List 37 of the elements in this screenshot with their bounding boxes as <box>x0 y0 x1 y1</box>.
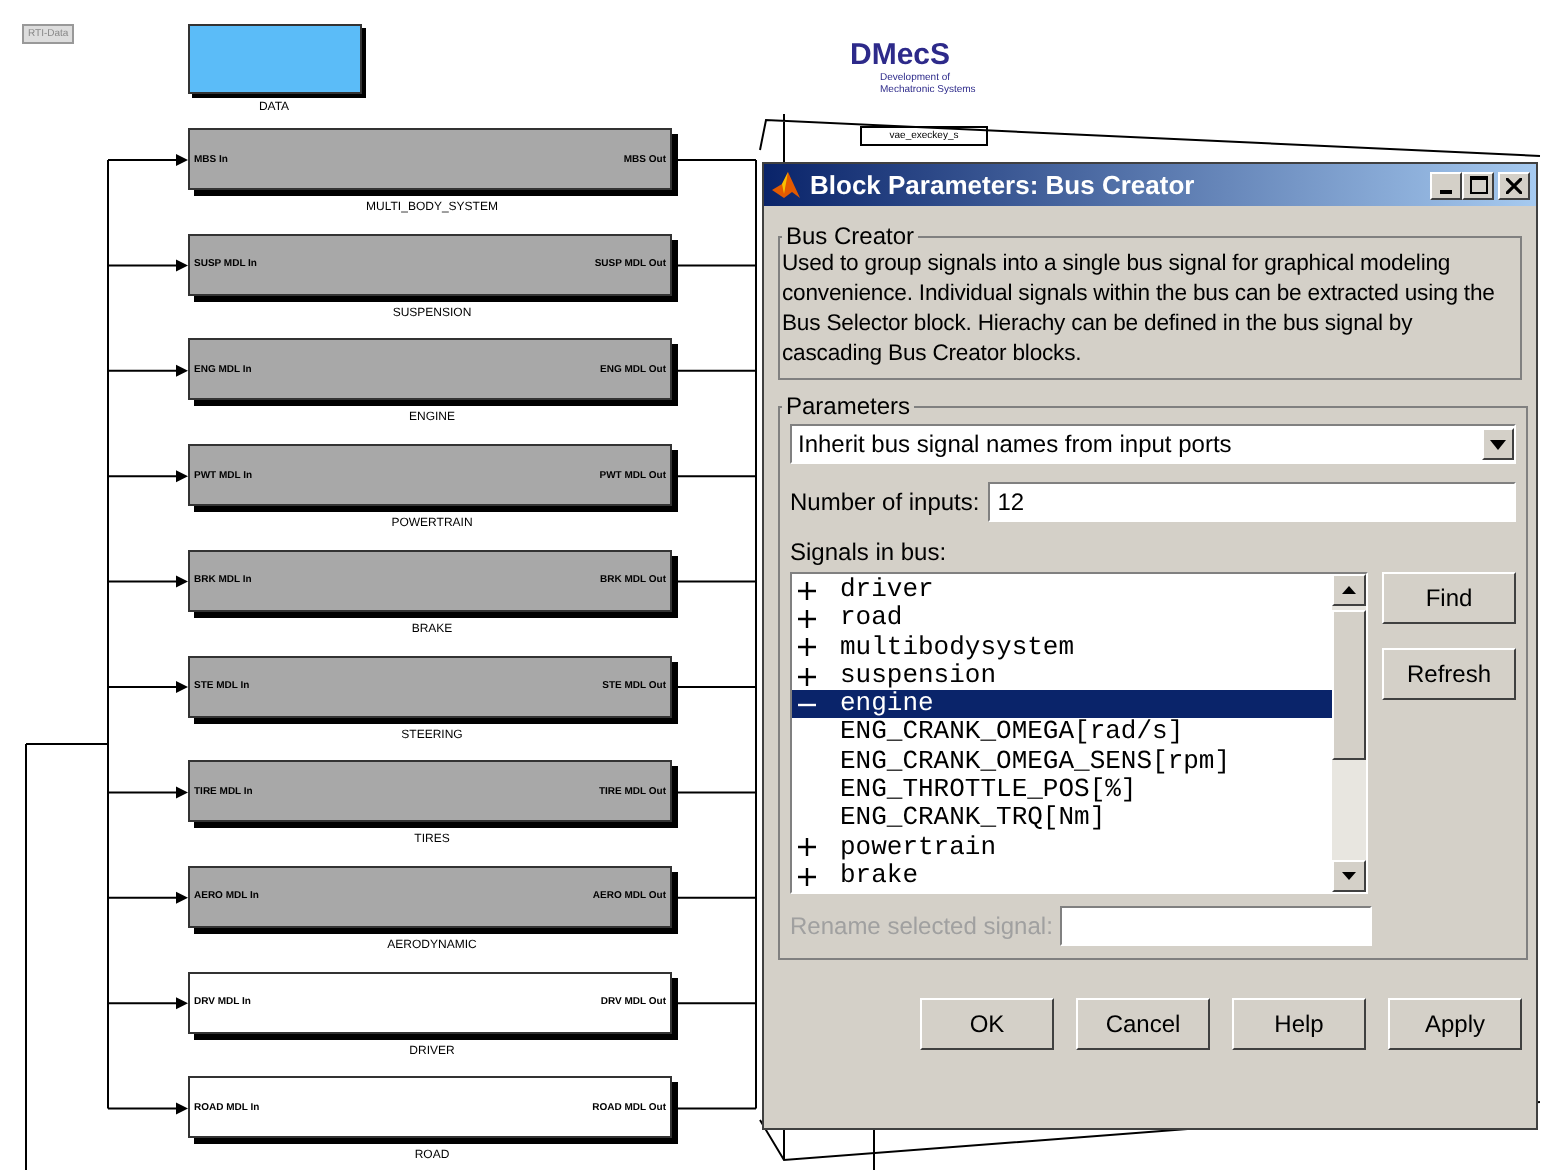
signal-item[interactable]: suspension <box>792 661 1332 691</box>
inputs-field[interactable]: 12 <box>987 482 1516 522</box>
group-legend: Bus Creator <box>782 222 919 250</box>
signal-item[interactable]: ENG_THROTTLE_POS[%] <box>792 776 1332 805</box>
list-action-button[interactable]: Find <box>1382 572 1516 624</box>
signal-item[interactable]: road <box>792 604 1332 634</box>
signal-item[interactable]: driver <box>792 576 1332 605</box>
signals-list[interactable]: driver road multibodysystem suspension engine ENG_CRANK_OMEGA[rad/s] ENG_CRANK_OMEGA_SENS[rpm] ENG_THROTTLE_POS[%] ENG_CRANK_TRQ[Nm] powertrain brake <box>790 572 1368 894</box>
dialog-button[interactable]: Cancel <box>1076 998 1210 1050</box>
signal-item[interactable]: engine <box>792 690 1332 719</box>
close-button[interactable] <box>1498 171 1530 199</box>
dialog-button[interactable]: OK <box>920 998 1054 1050</box>
dropdown-arrow-icon <box>1490 439 1506 449</box>
minimize-button[interactable] <box>1430 171 1462 199</box>
field-label: Signals in bus: <box>790 538 949 566</box>
list-action-button[interactable]: Refresh <box>1382 648 1516 700</box>
window-title: Block Parameters: Bus Creator <box>810 170 1197 200</box>
scroll-down-icon <box>1342 872 1356 880</box>
signal-item[interactable]: ENG_CRANK_TRQ[Nm] <box>792 804 1332 834</box>
matlab-logo-icon <box>770 169 802 201</box>
maximize-icon <box>1469 176 1487 194</box>
maximize-button[interactable] <box>1462 171 1494 199</box>
signal-item[interactable]: ENG_CRANK_OMEGA_SENS[rpm] <box>792 747 1332 777</box>
dialog-button[interactable]: Apply <box>1388 998 1522 1050</box>
close-icon <box>1506 177 1522 193</box>
signal-item[interactable]: multibodysystem <box>792 633 1332 662</box>
group-legend: Parameters <box>782 392 915 420</box>
minimize-icon <box>1440 189 1452 193</box>
dialog-button[interactable]: Help <box>1232 998 1366 1050</box>
signal-item[interactable]: ENG_CRANK_OMEGA[rad/s] <box>792 718 1332 748</box>
signal-item[interactable]: powertrain <box>792 833 1332 862</box>
signal-item[interactable]: brake <box>792 861 1332 891</box>
scrollbar[interactable] <box>1332 574 1366 892</box>
field-label: Number of inputs: <box>790 488 980 516</box>
naming-dropdown[interactable]: Inherit bus signal names from input ports <box>790 424 1516 464</box>
description-text: Used to group signals into a single bus signal for graphical modeling convenience. Individual signals within the bus can be extracted using the Bus Selector block. Hierachy can be defined in the bus signal by cascading Bus Creator blocks. <box>782 250 1497 370</box>
scroll-up-icon <box>1342 586 1356 594</box>
